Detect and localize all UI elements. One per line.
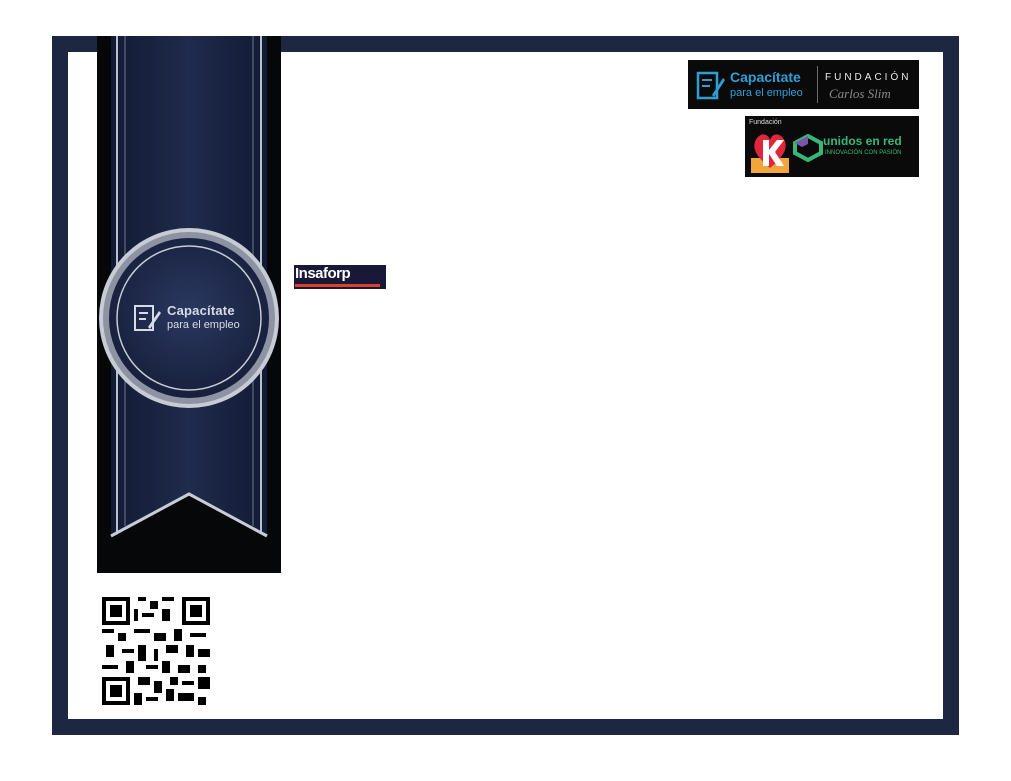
- fundacion-signature: Carlos Slim: [829, 86, 891, 101]
- unidos-title: unidos en red: [823, 134, 902, 148]
- logo-divider: [817, 66, 818, 103]
- kinal-logo-icon: [751, 134, 789, 173]
- capacitate-logo: Capacítate para el empleo FUNDACIÓN Carl…: [688, 60, 919, 109]
- edit-checklist-icon: [134, 305, 161, 331]
- unidos-tagline: INNOVACIÓN CON PASIÓN: [825, 150, 902, 156]
- capacitate-subtitle: para el empleo: [730, 87, 803, 99]
- fundacion-label: FUNDACIÓN: [825, 72, 912, 83]
- unidos-en-red-logo: Fundación unidos en red INNOVACIÓN CON P…: [745, 116, 919, 177]
- capacitate-title: Capacítate: [730, 69, 801, 85]
- qr-code-icon: [102, 597, 210, 705]
- seal-label: Capacítate para el empleo: [133, 303, 261, 339]
- fundacion-small-label: Fundación: [749, 119, 782, 126]
- unidos-hexagon-icon: [793, 134, 823, 162]
- insaforp-name: Insaforp: [295, 265, 351, 282]
- seal-subtitle: para el empleo: [167, 319, 240, 331]
- edit-checklist-icon: [696, 71, 725, 100]
- insaforp-tagline-bar: [295, 284, 380, 287]
- insaforp-logo: Insaforp: [294, 265, 386, 289]
- seal-title: Capacítate: [167, 303, 235, 318]
